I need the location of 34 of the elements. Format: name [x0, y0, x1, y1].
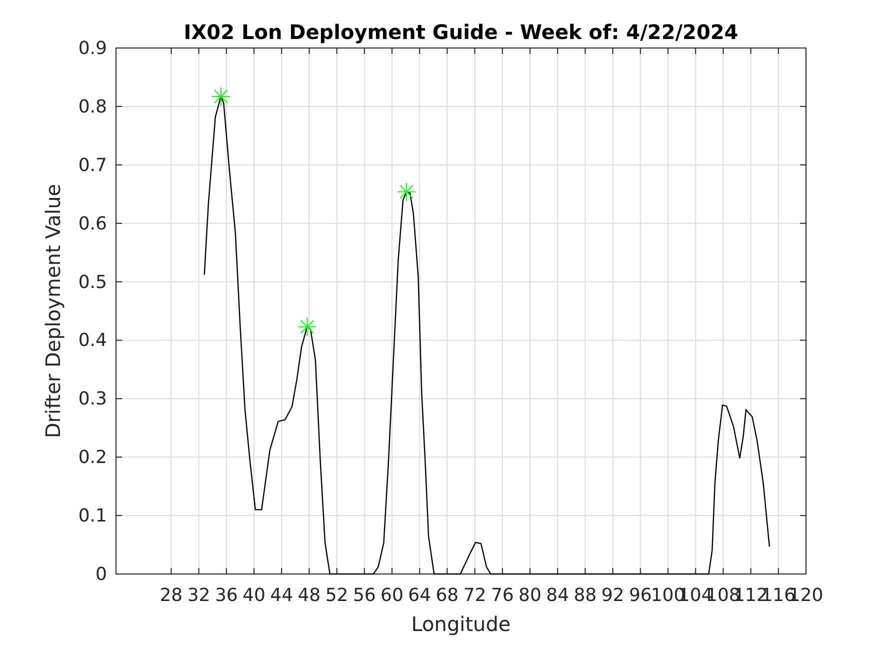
- y-tick-label: 0.5: [78, 272, 107, 293]
- x-tick-label: 88: [574, 585, 597, 606]
- asterisk-marker: [211, 87, 230, 106]
- x-tick-label: 52: [325, 585, 348, 606]
- asterisk-marker: [397, 182, 416, 202]
- x-tick-label: 64: [408, 585, 432, 606]
- y-axis-label: Drifter Deployment Value: [41, 184, 65, 438]
- y-tick-label: 0.8: [78, 96, 107, 118]
- asterisk-marker: [298, 317, 317, 336]
- x-tick-label: 68: [436, 585, 459, 606]
- x-tick-label: 72: [463, 585, 486, 606]
- x-axis-label: Longitude: [411, 612, 511, 636]
- y-tick-label: 0.9: [78, 38, 107, 59]
- y-tick-label: 0.6: [78, 213, 107, 234]
- x-tick-label: 84: [546, 585, 570, 606]
- x-tick-label: 76: [490, 585, 514, 606]
- y-tick-label: 0: [96, 564, 107, 585]
- x-tick-label: 60: [380, 585, 404, 606]
- x-tick-label: 96: [628, 585, 652, 606]
- x-tick-label: 80: [518, 585, 542, 606]
- x-tick-label: 28: [160, 585, 183, 606]
- y-tick-label: 0.4: [78, 330, 107, 352]
- y-tick-label: 0.1: [78, 506, 107, 527]
- x-tick-label: 32: [187, 585, 210, 606]
- y-tick-label: 0.2: [78, 447, 107, 468]
- x-tick-label: 40: [242, 585, 266, 606]
- y-tick-label: 0.7: [78, 154, 107, 176]
- x-tick-label: 56: [352, 585, 376, 606]
- x-tick-label: 92: [601, 585, 624, 606]
- chart-title: IX02 Lon Deployment Guide - Week of: 4/22/2024: [184, 20, 738, 44]
- x-tick-label: 36: [214, 585, 238, 606]
- x-tick-label: 44: [270, 585, 294, 606]
- x-tick-label: 48: [298, 585, 321, 606]
- y-tick-label: 0.3: [78, 388, 107, 410]
